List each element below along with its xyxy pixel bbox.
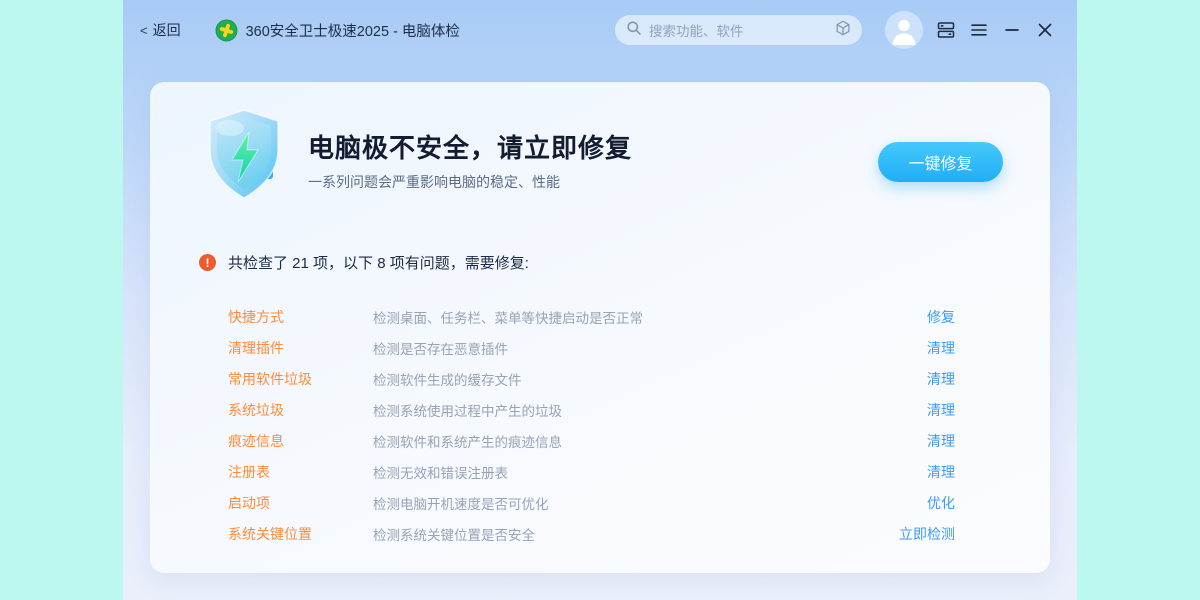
issue-row: 系统关键位置 检测系统关键位置是否安全 立即检测 [228, 518, 955, 549]
back-label: 返回 [153, 20, 181, 40]
issue-description: 检测软件和系统产生的痕迹信息 [373, 431, 927, 451]
summary-text: 共检查了 21 项，以下 8 项有问题，需要修复: [228, 252, 529, 273]
issue-action-link[interactable]: 清理 [927, 462, 955, 482]
user-avatar[interactable] [885, 11, 923, 49]
issue-action-link[interactable]: 优化 [927, 493, 955, 513]
issue-action-link[interactable]: 修复 [927, 307, 955, 327]
issue-name: 系统关键位置 [228, 524, 373, 544]
issue-action-link[interactable]: 立即检测 [899, 524, 955, 544]
search-input[interactable]: 搜索功能、软件 [615, 15, 862, 45]
one-key-fix-button[interactable]: 一键修复 [878, 142, 1003, 182]
issue-row: 清理插件 检测是否存在恶意插件 清理 [228, 332, 955, 363]
issue-description: 检测是否存在恶意插件 [373, 338, 927, 358]
issue-list: 快捷方式 检测桌面、任务栏、菜单等快捷启动是否正常 修复 清理插件 检测是否存在… [228, 301, 955, 549]
issue-description: 检测软件生成的缓存文件 [373, 369, 927, 389]
app-window: < 返回 360安全卫士极速2025 - 电脑体检 [123, 0, 1077, 600]
issue-row: 注册表 检测无效和错误注册表 清理 [228, 456, 955, 487]
search-icon [626, 20, 642, 41]
issue-action-link[interactable]: 清理 [927, 400, 955, 420]
issue-action-link[interactable]: 清理 [927, 338, 955, 358]
danger-shield-icon [198, 104, 294, 213]
close-button[interactable] [1035, 20, 1055, 40]
titlebar: < 返回 360安全卫士极速2025 - 电脑体检 [123, 0, 1077, 60]
issue-row: 痕迹信息 检测软件和系统产生的痕迹信息 清理 [228, 425, 955, 456]
issue-description: 检测电脑开机速度是否可优化 [373, 493, 927, 513]
issue-row: 常用软件垃圾 检测软件生成的缓存文件 清理 [228, 363, 955, 394]
hero-title: 电脑极不安全，请立即修复 [308, 128, 632, 165]
minimize-button[interactable] [1002, 20, 1022, 40]
issue-name: 常用软件垃圾 [228, 369, 373, 389]
app-title: 360安全卫士极速2025 - 电脑体检 [246, 20, 460, 41]
summary-row: ! 共检查了 21 项，以下 8 项有问题，需要修复: [199, 252, 529, 273]
issue-description: 检测无效和错误注册表 [373, 462, 927, 482]
issue-description: 检测系统使用过程中产生的垃圾 [373, 400, 927, 420]
issue-description: 检测系统关键位置是否安全 [373, 524, 899, 544]
issue-row: 快捷方式 检测桌面、任务栏、菜单等快捷启动是否正常 修复 [228, 301, 955, 332]
issue-name: 快捷方式 [228, 307, 373, 327]
issue-name: 注册表 [228, 462, 373, 482]
issue-action-link[interactable]: 清理 [927, 369, 955, 389]
issue-row: 启动项 检测电脑开机速度是否可优化 优化 [228, 487, 955, 518]
warning-icon: ! [199, 254, 216, 271]
back-button[interactable]: < 返回 [140, 20, 181, 40]
issue-name: 系统垃圾 [228, 400, 373, 420]
issue-name: 清理插件 [228, 338, 373, 358]
search-placeholder: 搜索功能、软件 [649, 20, 827, 40]
back-chevron-icon: < [140, 23, 148, 38]
menu-icon[interactable] [969, 20, 989, 40]
checkup-result-card: 电脑极不安全，请立即修复 一系列问题会严重影响电脑的稳定、性能 一键修复 ! 共… [150, 82, 1050, 573]
issue-description: 检测桌面、任务栏、菜单等快捷启动是否正常 [373, 307, 927, 327]
mini-window-icon[interactable] [936, 20, 956, 40]
issue-name: 痕迹信息 [228, 431, 373, 451]
issue-name: 启动项 [228, 493, 373, 513]
360-logo-icon [215, 19, 238, 42]
issue-row: 系统垃圾 检测系统使用过程中产生的垃圾 清理 [228, 394, 955, 425]
hero-subtitle: 一系列问题会严重影响电脑的稳定、性能 [308, 172, 560, 192]
issue-action-link[interactable]: 清理 [927, 431, 955, 451]
app-title-group: 360安全卫士极速2025 - 电脑体检 [215, 19, 460, 42]
toolbox-cube-icon[interactable] [834, 19, 852, 42]
